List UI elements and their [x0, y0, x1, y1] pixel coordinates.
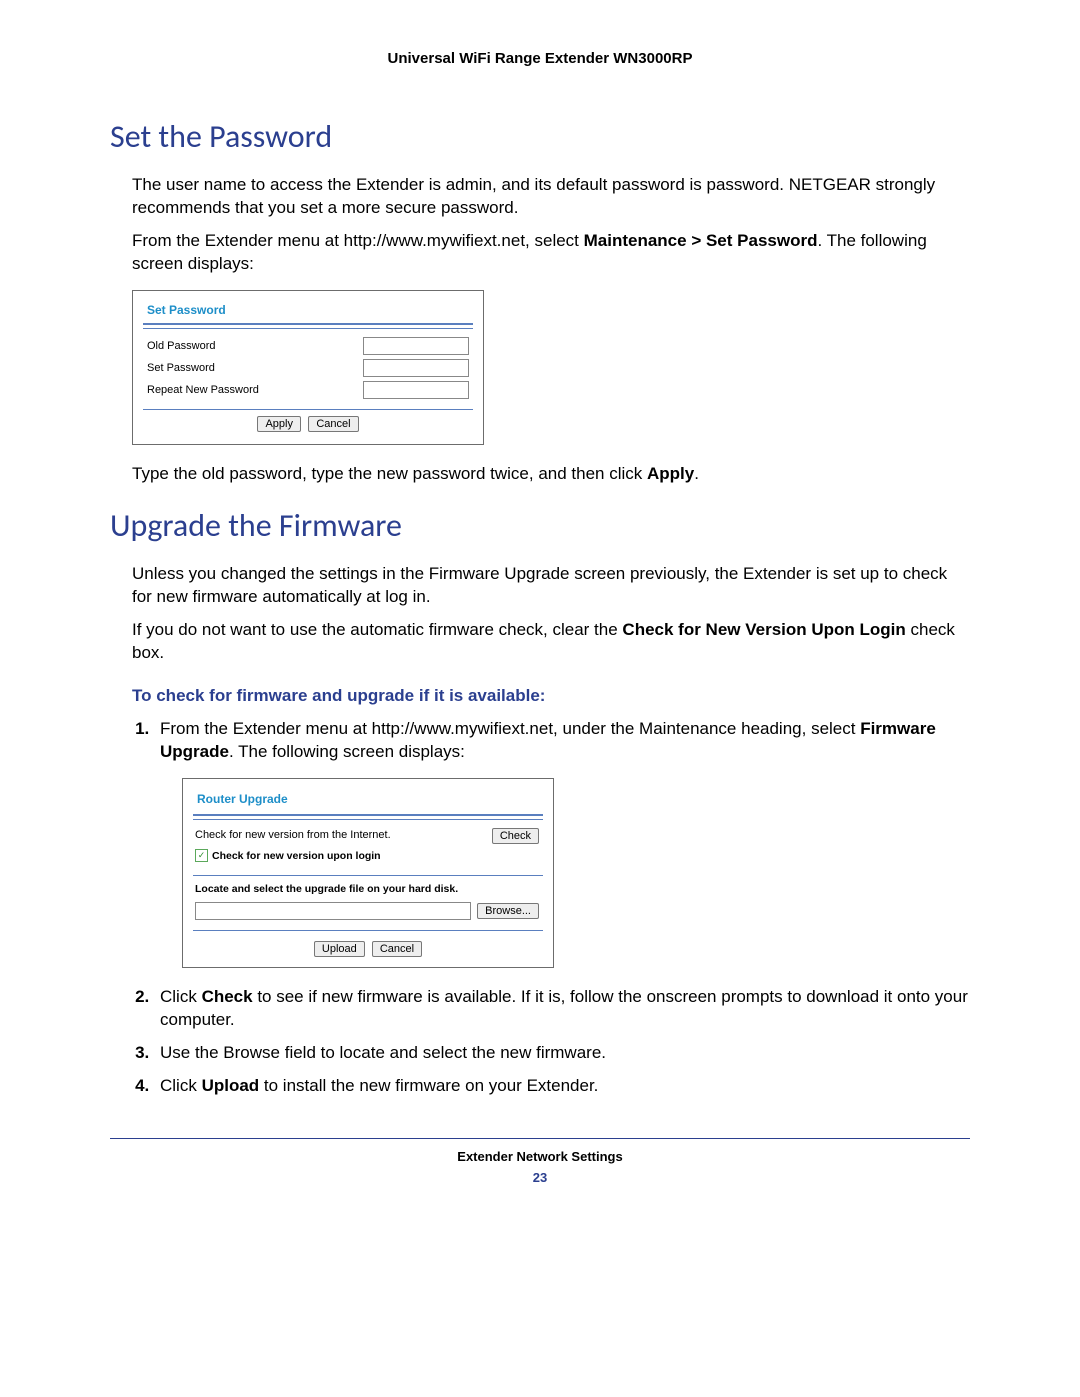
label-set-password: Set Password [147, 362, 215, 374]
label-check-login: Check for new version upon login [212, 849, 381, 863]
screenshot-router-upgrade: Router Upgrade Check for new version fro… [182, 778, 554, 968]
text: Type the old password, type the new pass… [132, 464, 647, 483]
text: . [694, 464, 699, 483]
text: From the Extender menu at http://www.myw… [160, 719, 860, 738]
paragraph: From the Extender menu at http://www.myw… [132, 230, 970, 276]
doc-footer-title: Extender Network Settings [110, 1149, 970, 1164]
step-4: Click Upload to install the new firmware… [154, 1075, 970, 1098]
paragraph: The user name to access the Extender is … [132, 174, 970, 220]
doc-header: Universal WiFi Range Extender WN3000RP [110, 50, 970, 67]
panel-title: Router Upgrade [193, 787, 543, 815]
repeat-password-input[interactable] [363, 381, 469, 399]
paragraph: Unless you changed the settings in the F… [132, 563, 970, 609]
text: Click [160, 1076, 202, 1095]
label-old-password: Old Password [147, 340, 215, 352]
text: . The following screen displays: [229, 742, 465, 761]
text: Click [160, 987, 202, 1006]
screenshot-set-password: Set Password Old Password Set Password R… [132, 290, 484, 445]
set-password-input[interactable] [363, 359, 469, 377]
cancel-button[interactable]: Cancel [308, 416, 358, 432]
procedure-heading: To check for firmware and upgrade if it … [132, 686, 970, 706]
browse-button[interactable]: Browse... [477, 903, 539, 919]
cancel-button[interactable]: Cancel [372, 941, 422, 957]
file-path-input[interactable] [195, 902, 471, 920]
step-2: Click Check to see if new firmware is av… [154, 986, 970, 1032]
text-bold: Check for New Version Upon Login [622, 620, 905, 639]
heading-set-password: Set the Password [110, 117, 970, 156]
apply-button[interactable]: Apply [257, 416, 301, 432]
old-password-input[interactable] [363, 337, 469, 355]
checkbox-new-version-login[interactable]: ✓ [195, 849, 208, 862]
text-bold: Upload [202, 1076, 260, 1095]
step-3: Use the Browse field to locate and selec… [154, 1042, 970, 1065]
panel-title: Set Password [143, 299, 473, 325]
text: If you do not want to use the automatic … [132, 620, 622, 639]
text-bold: Apply [647, 464, 694, 483]
text-bold: Maintenance > Set Password [584, 231, 818, 250]
upload-button[interactable]: Upload [314, 941, 365, 957]
label-locate-file: Locate and select the upgrade file on yo… [193, 880, 543, 900]
label-check-internet: Check for new version from the Internet. [195, 828, 391, 843]
text-bold: Check [202, 987, 253, 1006]
text: to see if new firmware is available. If … [160, 987, 968, 1029]
heading-upgrade-firmware: Upgrade the Firmware [110, 506, 970, 545]
label-repeat-password: Repeat New Password [147, 384, 259, 396]
text: From the Extender menu at http://www.myw… [132, 231, 584, 250]
text: Use the Browse field to locate and selec… [160, 1043, 606, 1062]
paragraph: Type the old password, type the new pass… [132, 463, 970, 486]
footer-rule [110, 1138, 970, 1139]
text: to install the new firmware on your Exte… [259, 1076, 598, 1095]
page-number: 23 [110, 1170, 970, 1185]
check-button[interactable]: Check [492, 828, 539, 844]
paragraph: If you do not want to use the automatic … [132, 619, 970, 665]
step-1: From the Extender menu at http://www.myw… [154, 718, 970, 967]
